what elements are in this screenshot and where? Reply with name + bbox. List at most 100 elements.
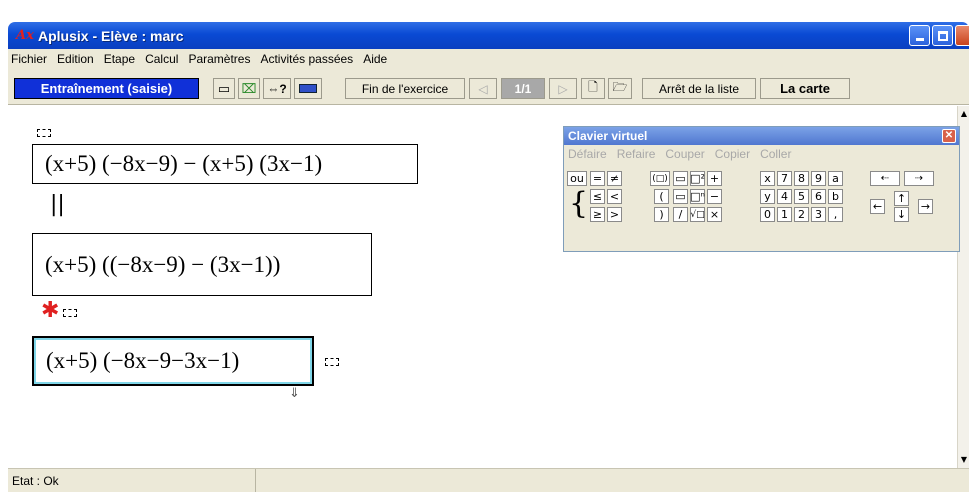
key-less[interactable]: < <box>607 189 622 204</box>
key-2[interactable]: 2 <box>794 207 809 222</box>
key-fraction[interactable]: ▭ <box>673 171 688 186</box>
menu-edition[interactable]: Edition <box>52 52 99 66</box>
triangle-right-icon: ▷ <box>558 81 568 96</box>
key-3[interactable]: 3 <box>811 207 826 222</box>
arrow-down-key[interactable]: ↓ <box>894 207 909 222</box>
key-0[interactable]: 0 <box>760 207 775 222</box>
title-bar[interactable]: Ax Aplusix - Elève : marc <box>8 22 969 49</box>
mode-button[interactable]: Entraînement (saisie) <box>14 78 199 99</box>
expression-line-1[interactable]: (x+5) (−8x−9) − (x+5) (3x−1) <box>32 144 418 184</box>
key-minus[interactable]: − <box>707 189 722 204</box>
placeholder-box[interactable] <box>37 129 51 137</box>
key-1[interactable]: 1 <box>777 207 792 222</box>
key-parenthesized-box[interactable]: (□) <box>650 171 670 186</box>
expression-line-2[interactable]: (x+5) ((−8x−9) − (3x−1)) <box>32 233 372 296</box>
app-logo-icon: Ax <box>16 27 34 43</box>
redo-action[interactable]: Refaire <box>617 147 656 161</box>
close-button[interactable] <box>955 25 969 46</box>
menu-activites-passees[interactable]: Activités passées <box>255 52 358 66</box>
key-9[interactable]: 9 <box>811 171 826 186</box>
move-left-icon: ⇠ <box>880 173 890 184</box>
maximize-icon <box>937 30 948 41</box>
key-open-paren[interactable]: ( <box>654 189 669 204</box>
key-fraction-2[interactable]: ▭ <box>673 189 688 204</box>
menu-etape[interactable]: Etape <box>99 52 140 66</box>
triangle-left-icon: ◁ <box>478 81 488 96</box>
virtual-keyboard-title: Clavier virtuel <box>568 129 648 143</box>
cut-action[interactable]: Couper <box>665 147 704 161</box>
keyboard-close-icon[interactable]: ✕ <box>942 129 956 143</box>
next-button[interactable]: ▷ <box>549 78 577 99</box>
placeholder-box[interactable] <box>325 358 339 366</box>
key-6[interactable]: 6 <box>811 189 826 204</box>
cross-box-icon: ⌧ <box>241 81 257 96</box>
key-7[interactable]: 7 <box>777 171 792 186</box>
minimize-icon <box>915 38 924 41</box>
toolbar: Entraînement (saisie) ▭ ⌧ ⇔? Fin de l'ex… <box>8 69 969 105</box>
end-exercise-button[interactable]: Fin de l'exercice <box>345 78 465 99</box>
key-y[interactable]: y <box>760 189 775 204</box>
arrow-up-icon: ↑ <box>896 192 907 205</box>
key-4[interactable]: 4 <box>777 189 792 204</box>
key-a[interactable]: a <box>828 171 843 186</box>
menu-parametres[interactable]: Paramètres <box>183 52 255 66</box>
key-power[interactable]: □ⁿ <box>690 189 705 204</box>
maximize-button[interactable] <box>932 25 953 46</box>
expression-line-3-selected[interactable]: (x+5) (−8x−9−3x−1) <box>32 336 314 386</box>
map-button[interactable]: La carte <box>760 78 850 99</box>
key-square[interactable]: □² <box>690 171 705 186</box>
arrow-up-key[interactable]: ↑ <box>894 191 909 206</box>
expression-text: (x+5) (−8x−9−3x−1) <box>46 348 240 373</box>
new-document-icon: 🗋 <box>588 80 598 94</box>
check-tool-button[interactable]: ⌧ <box>238 78 260 99</box>
key-plus[interactable]: + <box>707 171 722 186</box>
box-icon: ▭ <box>217 81 231 96</box>
previous-button[interactable]: ◁ <box>469 78 497 99</box>
key-times[interactable]: × <box>707 207 722 222</box>
scroll-up-icon[interactable]: ▲ <box>958 108 969 120</box>
minimize-button[interactable] <box>909 25 930 46</box>
key-equals[interactable]: = <box>590 171 605 186</box>
status-text: Etat : Ok <box>8 469 256 492</box>
key-b[interactable]: b <box>828 189 843 204</box>
key-comma[interactable]: , <box>828 207 843 222</box>
key-greater-equal[interactable]: ≥ <box>590 207 605 222</box>
virtual-keyboard-title-bar[interactable]: Clavier virtuel ✕ <box>564 127 959 145</box>
key-move-right-box[interactable]: ⇢ <box>904 171 934 186</box>
placeholder-box[interactable] <box>63 309 77 317</box>
menu-fichier[interactable]: Fichier <box>8 52 52 66</box>
key-not-equals[interactable]: ≠ <box>607 171 622 186</box>
scroll-down-icon[interactable]: ▼ <box>958 454 969 466</box>
not-equivalent-mark: ✱ <box>41 298 60 323</box>
key-close-paren[interactable]: ) <box>654 207 669 222</box>
key-move-left-box[interactable]: ⇠ <box>870 171 900 186</box>
key-or[interactable]: ou <box>567 171 587 186</box>
box-tool-button[interactable]: ▭ <box>213 78 235 99</box>
key-5[interactable]: 5 <box>794 189 809 204</box>
menu-bar: Fichier Edition Etape Calcul Paramètres … <box>8 49 969 69</box>
equivalence-button[interactable]: ⇔? <box>263 78 291 99</box>
new-document-button[interactable]: 🗋 <box>581 78 605 99</box>
equivalence-question-icon: ⇔? <box>267 81 287 96</box>
key-divide[interactable]: / <box>673 207 688 222</box>
copy-action[interactable]: Copier <box>715 147 750 161</box>
keyboard-button[interactable] <box>294 78 322 99</box>
key-x[interactable]: x <box>760 171 775 186</box>
folder-icon: 🗁 <box>612 80 628 94</box>
open-folder-button[interactable]: 🗁 <box>608 78 632 99</box>
expression-text: (x+5) (−8x−9) − (x+5) (3x−1) <box>45 151 323 176</box>
key-8[interactable]: 8 <box>794 171 809 186</box>
arrow-left-icon: ← <box>872 200 883 213</box>
menu-calcul[interactable]: Calcul <box>140 52 183 66</box>
key-less-equal[interactable]: ≤ <box>590 189 605 204</box>
stop-list-button[interactable]: Arrêt de la liste <box>642 78 756 99</box>
arrow-left-key[interactable]: ← <box>870 199 885 214</box>
menu-aide[interactable]: Aide <box>358 52 392 66</box>
window-title: Aplusix - Elève : marc <box>38 27 184 44</box>
arrow-right-key[interactable]: → <box>918 199 933 214</box>
key-sqrt[interactable]: √□ <box>690 207 705 222</box>
key-greater[interactable]: > <box>607 207 622 222</box>
paste-action[interactable]: Coller <box>760 147 791 161</box>
undo-action[interactable]: Défaire <box>568 147 607 161</box>
keyboard-icon <box>299 84 317 93</box>
